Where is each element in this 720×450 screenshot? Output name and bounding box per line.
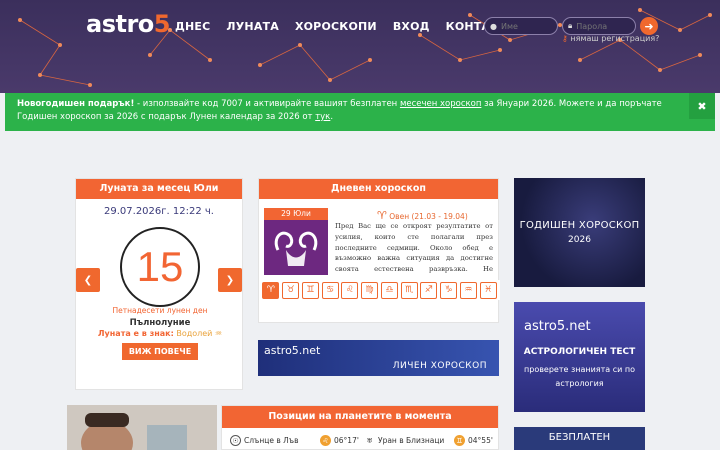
arrow-right-icon: ➜ (644, 19, 654, 33)
nav-login[interactable]: ВХОД (393, 20, 430, 33)
sun-icon: ☉ (230, 435, 241, 446)
sun-degree-value: 06°17' (334, 436, 359, 445)
uranus-position-label: Уран в Близнаци (378, 436, 445, 445)
lunar-day-circle: 15 (120, 227, 200, 307)
zodiac-pisces-icon[interactable]: ♓ (479, 281, 497, 299)
planet-positions-title: Позиции на планетите в момента (222, 406, 498, 428)
promo-banner: Новогодишен подарък! - използвайте код 7… (5, 93, 715, 131)
key-icon: ⚷ (562, 34, 568, 43)
gemini-icon: ♊ (454, 435, 465, 446)
uranus-degree: ♊ 04°55' (454, 435, 493, 446)
promo-close-button[interactable]: ✖ (689, 93, 715, 119)
zodiac-scorpio-icon[interactable]: ♏ (400, 281, 418, 299)
user-icon: ● (490, 21, 497, 31)
moon-widget: Луната за месец Юли 29.07.2026г. 12:22 ч… (75, 178, 243, 390)
prev-day-button[interactable]: ❮ (76, 268, 100, 292)
main-nav: ДНЕС ЛУНАТА ХОРОСКОПИ ВХОД КОНТАКТИ (175, 20, 533, 33)
ad2-subtitle: проверете знанията си по астрология (524, 365, 635, 388)
logo-accent: 5 (153, 10, 171, 38)
zodiac-gemini-icon[interactable]: ♊ (301, 281, 319, 299)
uranus-position: ♅ Уран в Близнаци (364, 435, 444, 446)
sun-position: ☉ Слънце в Лъв (230, 435, 299, 446)
banner-personal-title: ЛИЧЕН ХОРОСКОП (392, 361, 487, 371)
yearly-horoscope-ad[interactable]: ГОДИШЕН ХОРОСКОП 2026 (514, 178, 645, 287)
zodiac-sagittarius-icon[interactable]: ♐ (420, 281, 438, 299)
username-field[interactable]: ● (484, 17, 558, 35)
moon-date: 29.07.2026г. 12:22 ч. (104, 206, 214, 217)
promo-text-1: - използвайте код 7007 и активирайте ваш… (134, 99, 400, 109)
username-input[interactable] (500, 21, 551, 31)
register-link-label: нямаш регистрация? (570, 34, 660, 43)
moon-widget-title: Луната за месец Юли (76, 179, 242, 199)
moon-phase: Пълнолуние (129, 318, 191, 328)
daily-sign-name: Овен (21.03 - 19.04) (386, 212, 468, 221)
moon-sign: Луната е в знак: Водолей ♒ (76, 329, 244, 338)
ad2-logo: astro5.net (524, 319, 591, 334)
sun-degree: ♌ 06°17' (320, 435, 359, 446)
zodiac-virgo-icon[interactable]: ♍ (361, 281, 379, 299)
zodiac-capricorn-icon[interactable]: ♑ (440, 281, 458, 299)
login-form: ● 🔒︎ ➜ (484, 17, 658, 35)
ad1-year: 2026 (568, 235, 591, 245)
planet-positions-widget: Позиции на планетите в момента ☉ Слънце в… (221, 405, 499, 450)
promo-monthly-link[interactable]: месечен хороскоп (400, 99, 481, 109)
banner-site-name: astro5.net (264, 344, 321, 357)
leo-icon: ♌ (320, 435, 331, 446)
free-offer-ad[interactable]: БЕЗПЛАТЕН (514, 427, 645, 450)
login-submit-button[interactable]: ➜ (640, 17, 658, 35)
next-day-button[interactable]: ❯ (218, 268, 242, 292)
lunar-day-name: Петнадесети лунен ден (112, 306, 208, 315)
moon-sign-label: Луната е в знак: (97, 329, 174, 338)
sun-position-label: Слънце в Лъв (244, 436, 299, 445)
ad1-title: ГОДИШЕН ХОРОСКОП (519, 220, 640, 231)
daily-horoscope-widget: Дневен хороскоп 29 Юли ♈ Овен (21.03 - 1… (258, 178, 500, 323)
uranus-icon: ♅ (366, 436, 373, 445)
see-more-button[interactable]: ВИЖ ПОВЕЧЕ (122, 343, 198, 360)
uranus-degree-value: 04°55' (468, 436, 493, 445)
personal-horoscope-banner[interactable]: astro5.net ЛИЧЕН ХОРОСКОП (258, 340, 499, 376)
ad2-title: АСТРОЛОГИЧЕН ТЕСТ (523, 347, 636, 357)
lock-icon: 🔒︎ (568, 21, 573, 30)
daily-horoscope-text: Пред Вас ще се откроят резултатите от ус… (335, 222, 493, 276)
site-logo[interactable]: astro5 (86, 10, 170, 38)
logo-text: astro (86, 10, 154, 38)
password-field[interactable]: 🔒︎ (562, 17, 636, 35)
promo-here-link[interactable]: тук (315, 112, 330, 122)
aries-image (264, 220, 328, 275)
promo-text-3: . (330, 112, 334, 122)
zodiac-libra-icon[interactable]: ♎ (380, 281, 398, 299)
article-photo[interactable] (67, 405, 217, 450)
zodiac-leo-icon[interactable]: ♌ (341, 281, 359, 299)
site-header: astro5 ДНЕС ЛУНАТА ХОРОСКОПИ ВХОД КОНТАК… (0, 0, 720, 93)
person-photo-image (67, 405, 217, 450)
zodiac-taurus-icon[interactable]: ♉ (282, 281, 300, 299)
zodiac-aries-icon[interactable]: ♈ (262, 281, 280, 299)
daily-horoscope-title: Дневен хороскоп (259, 179, 498, 199)
promo-headline: Новогодишен подарък! (17, 99, 135, 109)
zodiac-aquarius-icon[interactable]: ♒ (459, 281, 477, 299)
moon-sign-value: Водолей ♒ (176, 329, 223, 338)
daily-date-label: 29 Юли (264, 208, 328, 220)
nav-horoscopes[interactable]: ХОРОСКОПИ (295, 20, 377, 33)
zodiac-cancer-icon[interactable]: ♋ (321, 281, 339, 299)
zodiac-selector: ♈ ♉ ♊ ♋ ♌ ♍ ♎ ♏ ♐ ♑ ♒ ♓ (259, 280, 500, 300)
password-input[interactable] (576, 21, 627, 31)
register-link[interactable]: ⚷ нямаш регистрация? (562, 34, 659, 43)
astrology-test-ad[interactable]: astro5.net АСТРОЛОГИЧЕН ТЕСТ проверете з… (514, 302, 645, 412)
nav-moon[interactable]: ЛУНАТА (226, 20, 279, 33)
nav-today[interactable]: ДНЕС (175, 20, 210, 33)
